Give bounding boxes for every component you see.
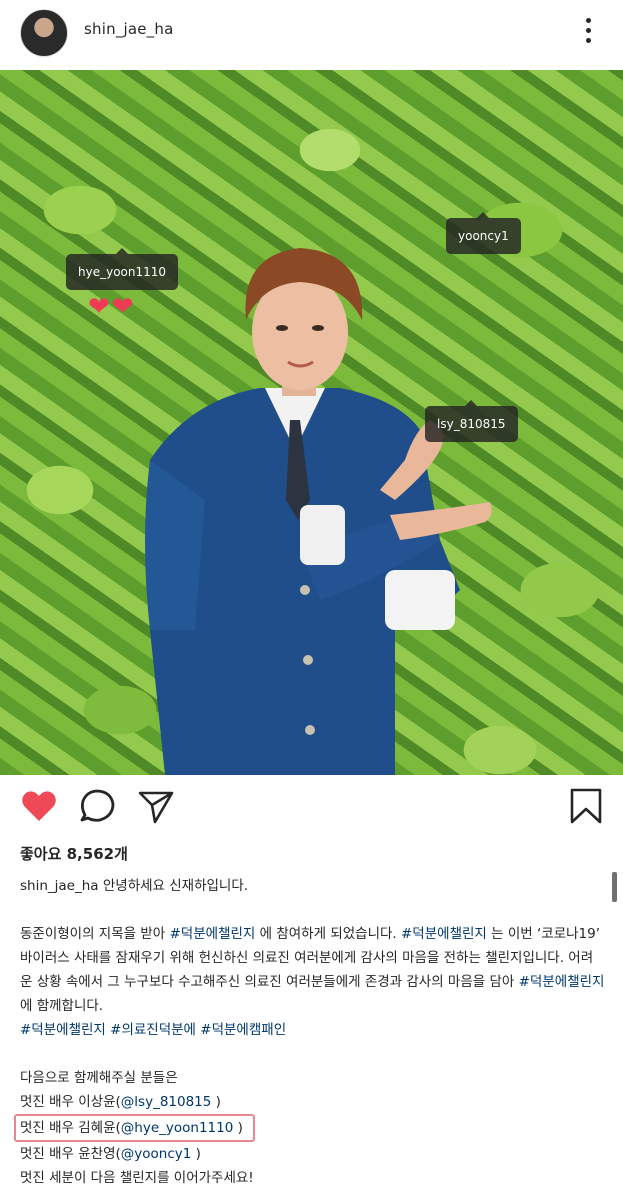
mention-link[interactable]: @yooncy1 [121, 1146, 192, 1162]
highlight-box: 멋진 배우 김혜윤(@hye_yoon1110 ) [14, 1114, 255, 1142]
person-illustration [145, 248, 492, 775]
nominee-line: 멋진 배우 윤찬영(@yooncy1 ) [20, 1142, 605, 1166]
hashtag-link[interactable]: #덕분에챌린지 [170, 926, 256, 942]
nominee-text: ) [233, 1120, 243, 1136]
hashtag-link[interactable]: #덕분에챌린지 [519, 974, 605, 990]
photo-tag-hye-yoon1110[interactable]: hye_yoon1110 [66, 248, 179, 290]
caption-hashtags-line: #덕분에챌린지 #의료진덕분에 #덕분에캠패인 [20, 1018, 605, 1042]
hearts-sticker: ❤❤ [88, 292, 136, 322]
post-username[interactable]: shin_jae_ha [84, 20, 173, 38]
scrollbar[interactable] [612, 872, 617, 902]
caption-text: 에 함께합니다. [20, 998, 104, 1014]
caption-username[interactable]: shin_jae_ha [20, 878, 99, 894]
photo-tag-lsy-810815[interactable]: lsy_810815 [425, 400, 518, 442]
comment-icon[interactable] [78, 786, 118, 826]
more-vertical-icon[interactable] [579, 18, 597, 48]
nominee-text: 멋진 배우 김혜윤( [20, 1120, 121, 1136]
send-icon[interactable] [136, 786, 176, 826]
hashtag-link[interactable]: #의료진덕분에 [110, 1022, 196, 1038]
caption-intro: 안녕하세요 신재하입니다. [102, 878, 249, 894]
mention-link[interactable]: @hye_yoon1110 [121, 1120, 234, 1136]
like-count[interactable]: 좋아요 8,562개 [20, 843, 128, 864]
photo-tag-yooncy1[interactable]: yooncy1 [446, 212, 521, 254]
mention-link[interactable]: @lsy_810815 [121, 1094, 212, 1110]
hashtag-link[interactable]: #덕분에챌린지 [20, 1022, 106, 1038]
caption-intro-line: shin_jae_ha 안녕하세요 신재하입니다. [20, 874, 605, 898]
nominee-text: 멋진 배우 윤찬영( [20, 1146, 121, 1162]
post-caption: shin_jae_ha 안녕하세요 신재하입니다. 동준이형이의 지목을 받아 … [14, 874, 605, 1190]
hashtag-link[interactable]: #덕분에캠패인 [200, 1022, 286, 1038]
hashtag-link[interactable]: #덕분에챌린지 [401, 926, 487, 942]
heart-filled-icon[interactable] [19, 786, 59, 826]
caption-next-intro: 다음으로 함께해주실 분들은 [20, 1070, 178, 1086]
profile-avatar[interactable] [20, 9, 68, 57]
caption-text: 에 참여하게 되었습니다. [255, 926, 401, 942]
nominee-line-highlighted: 멋진 배우 김혜윤(@hye_yoon1110 ) [14, 1114, 605, 1142]
caption-paragraph: 동준이형이의 지목을 받아 #덕분에챌린지 에 참여하게 되었습니다. #덕분에… [20, 922, 605, 1018]
nominee-line: 멋진 배우 이상윤(@lsy_810815 ) [20, 1090, 605, 1114]
nominee-text: ) [191, 1146, 201, 1162]
bookmark-icon[interactable] [566, 786, 606, 826]
post-actions [0, 786, 623, 830]
nominee-text: 멋진 배우 이상윤( [20, 1094, 121, 1110]
caption-text: 동준이형이의 지목을 받아 [20, 926, 170, 942]
post-header: shin_jae_ha [0, 0, 623, 68]
post-photo[interactable]: ❤❤ hye_yoon1110 yooncy1 lsy_810815 [0, 70, 623, 775]
caption-closing: 멋진 세분이 다음 챌린지를 이어가주세요! [20, 1170, 254, 1186]
nominee-text: ) [211, 1094, 221, 1110]
